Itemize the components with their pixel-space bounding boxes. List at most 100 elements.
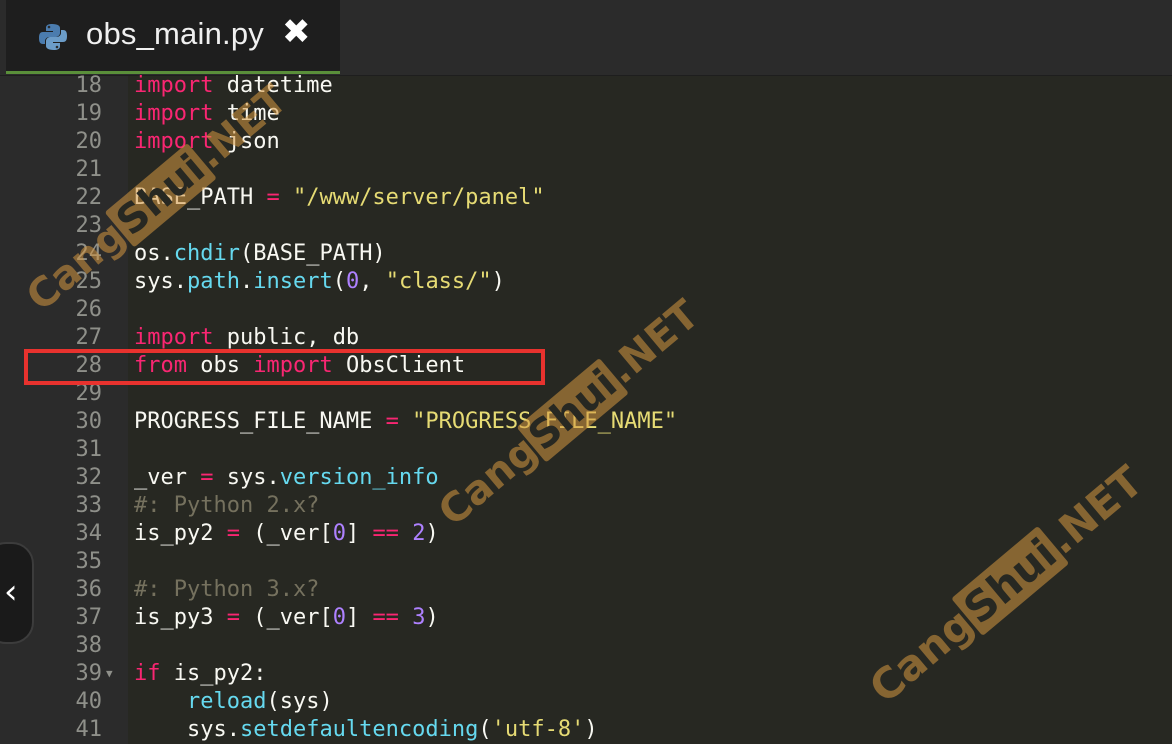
code-text: is_py2 = (_ver[0] == 2) <box>134 520 439 548</box>
code-token: == <box>372 521 399 546</box>
code-line: 41 sys.setdefaultencoding('utf-8') <box>0 716 1172 744</box>
code-token: ( <box>478 717 492 742</box>
line-number: 21 <box>75 157 103 182</box>
code-token: ] <box>345 605 373 630</box>
code-token: path <box>186 269 240 294</box>
line-number: 22 <box>75 185 103 210</box>
code-token: = <box>200 465 214 490</box>
code-text: os.chdir(BASE_PATH) <box>134 240 386 268</box>
code-line: 24 os.chdir(BASE_PATH) <box>0 240 1172 268</box>
code-token: import <box>134 325 214 350</box>
code-line: 21 <box>0 156 1172 184</box>
code-text: import json <box>134 128 280 156</box>
code-text: #: Python 3.x? <box>134 576 319 604</box>
code-token: 2 <box>412 521 426 546</box>
code-line: 26 <box>0 296 1172 324</box>
code-line: 40 reload(sys) <box>0 688 1172 716</box>
code-token: "/www/server/panel" <box>292 185 545 210</box>
code-token: ( <box>332 269 346 294</box>
code-line: 39 ▼ if is_py2: <box>0 660 1172 688</box>
code-line: 23 <box>0 212 1172 240</box>
code-token: 3 <box>412 605 426 630</box>
line-number: 26 <box>75 297 103 322</box>
code-token: sys. <box>134 717 240 742</box>
code-token: _ver <box>134 465 201 490</box>
code-token: chdir <box>173 241 240 266</box>
code-token: 0 <box>332 605 346 630</box>
code-line: 30 PROGRESS_FILE_NAME = "PROGRESS_FILE_NA… <box>0 408 1172 436</box>
code-token: ) <box>425 605 439 630</box>
line-number: 34 <box>75 521 103 546</box>
code-token: ) <box>425 521 439 546</box>
line-number: 30 <box>75 409 103 434</box>
code-text: import public, db <box>134 324 359 352</box>
code-token: insert <box>253 269 333 294</box>
side-panel-toggle[interactable]: ‹ <box>0 542 34 644</box>
code-token: 0 <box>332 521 346 546</box>
code-text: is_py3 = (_ver[0] == 3) <box>134 604 439 632</box>
code-token: ) <box>584 717 598 742</box>
code-token: , <box>359 269 386 294</box>
code-token: ) <box>491 269 505 294</box>
line-number: 18 <box>75 73 103 98</box>
code-token: "class/" <box>385 269 492 294</box>
python-icon <box>39 24 67 50</box>
line-number: 36 <box>75 577 103 602</box>
code-token: BASE_PATH <box>134 185 267 210</box>
code-token: PROGRESS_FILE_NAME <box>134 409 386 434</box>
code-token: = <box>226 605 240 630</box>
code-text: import time <box>134 100 280 128</box>
fold-arrow-icon[interactable]: ▼ <box>106 660 113 688</box>
tab-title: obs_main.py <box>86 16 264 51</box>
code-token: . <box>239 269 254 294</box>
code-token: is_py3 <box>134 605 227 630</box>
code-line: 35 <box>0 548 1172 576</box>
code-line: 27 import public, db <box>0 324 1172 352</box>
code-line: 22 BASE_PATH = "/www/server/panel" <box>0 184 1172 212</box>
code-token: "PROGRESS_FILE_NAME" <box>412 409 678 434</box>
code-text: #: Python 2.x? <box>134 492 319 520</box>
code-token: sys. <box>134 269 187 294</box>
code-token: if <box>134 661 161 686</box>
code-text: import datetime <box>134 72 333 100</box>
code-token: #: Python 2.x? <box>134 493 320 518</box>
code-token: public, db <box>213 325 360 350</box>
code-text: _ver = sys.version_info <box>134 464 439 492</box>
line-number: 23 <box>75 213 103 238</box>
code-text: if is_py2: <box>134 660 266 688</box>
code-line: 25 sys.path.insert(0, "class/") <box>0 268 1172 296</box>
code-line: 18 import datetime <box>0 72 1172 100</box>
line-number: 31 <box>75 437 103 462</box>
code-text: BASE_PATH = "/www/server/panel" <box>134 184 545 212</box>
code-token: 0 <box>345 269 360 294</box>
code-token: #: Python 3.x? <box>134 577 320 602</box>
close-icon[interactable]: ✖ <box>282 12 311 52</box>
code-token: reload <box>186 689 267 714</box>
code-token: import <box>134 101 214 126</box>
code-text: PROGRESS_FILE_NAME = "PROGRESS_FILE_NAME… <box>134 408 677 436</box>
code-token: (_ver[ <box>239 605 333 630</box>
code-token: import <box>134 129 214 154</box>
code-line: 19 import time <box>0 100 1172 128</box>
line-number: 41 <box>75 717 103 742</box>
tab-obs-main-py[interactable]: obs_main.py ✖ <box>6 0 340 74</box>
chevron-left-icon: ‹ <box>4 572 18 612</box>
code-token: (_ver[ <box>239 521 333 546</box>
line-number: 32 <box>75 465 103 490</box>
code-line: 38 <box>0 632 1172 660</box>
code-token: = <box>226 521 240 546</box>
line-number: 19 <box>75 101 103 126</box>
line-number: 24 <box>75 241 103 266</box>
code-token: = <box>385 409 399 434</box>
highlight-box <box>24 349 545 385</box>
tab-bar: obs_main.py ✖ <box>0 0 1172 76</box>
code-token: is_py2: <box>160 661 267 686</box>
line-number: 35 <box>75 549 103 574</box>
code-token: version_info <box>279 465 439 490</box>
code-token: ] <box>345 521 373 546</box>
